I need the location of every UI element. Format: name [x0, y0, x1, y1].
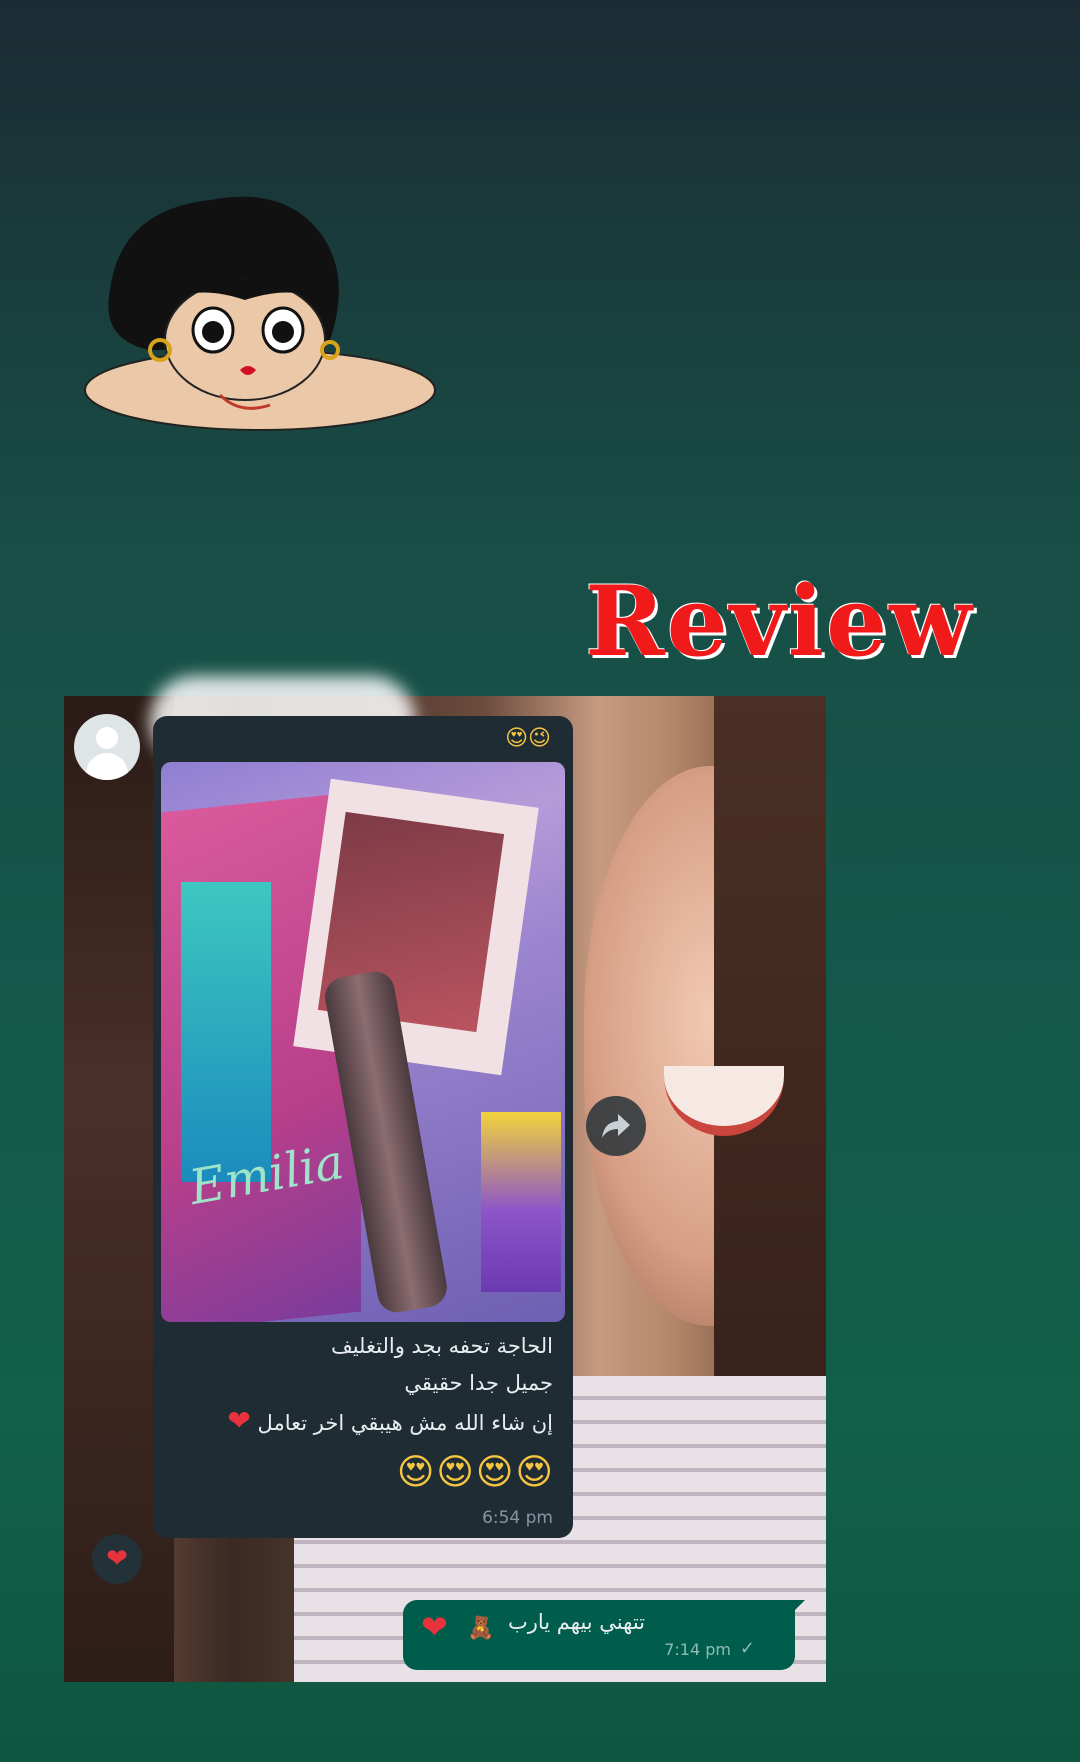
contact-avatar[interactable]: [74, 714, 140, 780]
review-title: Review: [585, 565, 974, 678]
sender-emoji: 😍😉: [505, 726, 551, 751]
photo-candy: [481, 1112, 561, 1292]
caption-line-text: إن شاء الله مش هيبقي اخر تعامل: [257, 1411, 553, 1435]
outgoing-message-text: تتهني بيهم يارب: [507, 1610, 645, 1634]
caption-line: الحاجة تحفه بجد والتغليف: [330, 1334, 553, 1358]
photo-spray-bottle: [181, 882, 271, 1182]
avatar-body-icon: [86, 753, 128, 780]
avatar-head-icon: [96, 727, 118, 749]
forward-button[interactable]: [586, 1096, 646, 1156]
message-caption: الحاجة تحفه بجد والتغليف جميل جدا حقيقي …: [173, 1328, 553, 1442]
forward-arrow-icon: [602, 1114, 630, 1138]
sent-check-icon: ✓: [739, 1638, 755, 1659]
bubble-tail: [791, 1600, 805, 1614]
message-photo[interactable]: Emilia: [161, 762, 565, 1322]
heart-emoji: ❤: [227, 1404, 251, 1437]
caption-line-with-heart: إن شاء الله مش هيبقي اخر تعامل ❤: [173, 1402, 553, 1442]
outgoing-heart-emoji: ❤: [421, 1608, 448, 1646]
caption-line: جميل جدا حقيقي: [404, 1371, 553, 1395]
message-reaction[interactable]: ❤: [92, 1534, 142, 1584]
message-time: 6:54 pm: [482, 1508, 553, 1528]
bear-sticker-emoji: 🧸: [467, 1616, 495, 1641]
cartoon-girl-sticker: [84, 196, 436, 431]
reaction-heart-icon: ❤: [106, 1544, 128, 1574]
outgoing-message-bubble[interactable]: ❤ 🧸 تتهني بيهم يارب 7:14 pm ✓: [403, 1600, 805, 1670]
incoming-message-bubble[interactable]: 😍😉 Emilia الحاجة تحفه بجد والتغليف جميل …: [153, 716, 573, 1538]
heart-eyes-emojis: 😍😍😍😍: [396, 1452, 555, 1493]
review-title-text: Review: [585, 565, 974, 678]
outgoing-message-time: 7:14 pm: [664, 1640, 731, 1659]
